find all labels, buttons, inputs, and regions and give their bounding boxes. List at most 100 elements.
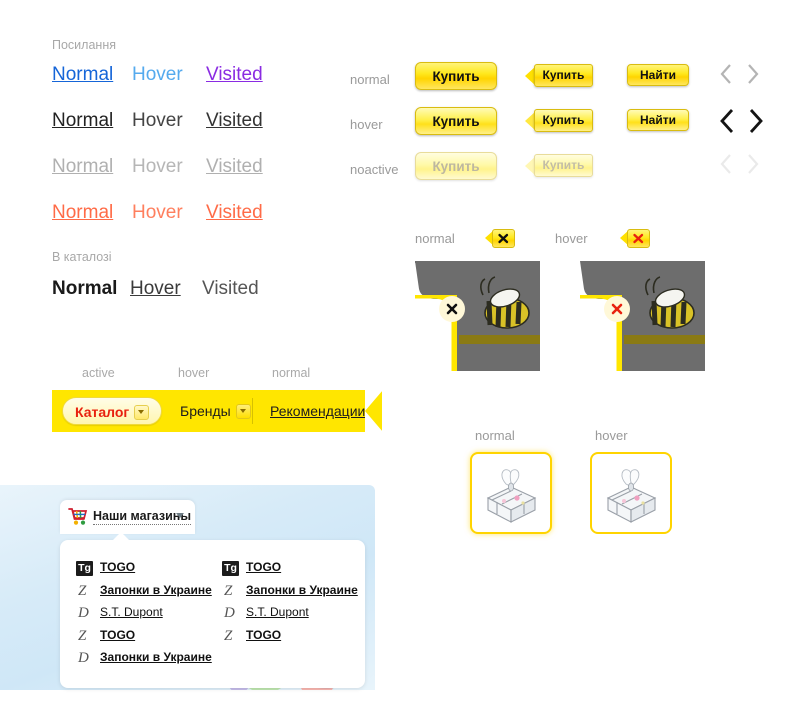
nav-pair-disabled [720,150,772,180]
product-thumb-hover[interactable] [590,452,672,534]
caption-active: active [82,366,115,380]
shop-link: Запонки в Украине [100,650,212,664]
tab-brands[interactable]: Бренды [172,397,259,425]
chevron-left-icon[interactable] [720,63,733,85]
shops-dropdown-panel: Tg TOGO Z Запонки в Украине D S.T. Dupon… [60,532,365,688]
links-heading: Посилання [52,38,116,52]
shopping-cart-icon [68,507,88,531]
catalog-link-hover[interactable]: Hover [130,278,181,300]
chevron-right-icon [746,153,759,175]
link-visited[interactable]: Visited [206,202,263,224]
links-section: Посилання Normal Hover Visited Normal Ho… [52,38,352,312]
link-row: Normal Hover Visited [52,156,352,202]
brand-logo-icon: Z [78,627,87,644]
brand-logo-icon: D [78,605,89,621]
shop-link: Запонки в Украине [100,582,212,597]
buy-tag-button-disabled: Купить [525,154,593,177]
buy-tag-label: Купить [534,64,593,87]
tab-recommendations[interactable]: Рекомендации [262,397,373,425]
product-thumb-normal[interactable] [470,452,552,534]
caption-normal: normal [475,428,515,443]
link-row: Normal Hover Visited [52,110,352,156]
catalog-link-visited[interactable]: Visited [202,278,259,300]
chevron-down-icon[interactable] [235,403,251,419]
brand-logo-icon: Tg [76,561,93,576]
link-normal[interactable]: Normal [52,110,113,132]
tabs-captions: active hover normal [52,366,392,390]
state-label: normal [415,231,455,246]
shops-column-left: Tg TOGO Z Запонки в Украине D S.T. Dupon… [76,560,216,673]
brand-logo-icon: Z [224,627,233,644]
buy-button-disabled: Купить [415,152,497,180]
close-x-icon [492,229,515,248]
our-shops-button[interactable]: Наши магазины [60,500,195,534]
chevron-down-icon[interactable] [176,513,184,518]
dropdown-pointer [112,532,130,541]
list-item[interactable]: Tg TOGO [222,560,362,583]
shop-link: S.T. Dupont [246,605,309,619]
list-item[interactable]: Z TOGO [222,628,362,651]
tabs-section: active hover normal Каталог Бренды Реком… [52,366,392,432]
shop-link: TOGO [100,560,136,574]
link-visited[interactable]: Visited [206,156,263,178]
link-hover[interactable]: Hover [132,110,183,132]
list-item[interactable]: D Запонки в Украине [76,650,216,673]
buy-tag-button[interactable]: Купить [525,64,593,87]
link-visited[interactable]: Visited [206,64,263,86]
caption-hover: hover [178,366,210,380]
shop-link: TOGO [100,627,136,642]
tabs-bar-notch [365,390,383,432]
list-item[interactable]: Tg TOGO [76,560,216,583]
buy-tag-label: Купить [534,154,593,177]
link-normal[interactable]: Normal [52,64,113,86]
shop-link: S.T. Dupont [100,605,163,619]
link-hover[interactable]: Hover [132,156,183,178]
link-normal[interactable]: Normal [52,202,113,224]
buy-button[interactable]: Купить [415,62,497,90]
tabs-bar: Каталог Бренды Рекомендации [52,390,383,432]
link-visited[interactable]: Visited [206,110,263,132]
chevron-right-icon[interactable] [746,63,759,85]
panel-corner-hover [580,261,705,371]
shops-column-right: Tg TOGO Z Запонки в Украине D S.T. Dupon… [222,560,362,650]
list-item[interactable]: Z Запонки в Украине [76,583,216,606]
list-item[interactable]: D S.T. Dupont [76,605,216,628]
nav-pair [720,60,772,90]
tab-catalog-label: Каталог [75,404,130,420]
close-tag-normal[interactable] [485,229,515,248]
jewelry-box-thumbnail [606,469,657,523]
link-row: Normal Hover Visited [52,64,352,110]
buy-button[interactable]: Купить [415,107,497,135]
chevron-left-icon [720,153,733,175]
nav-pair [720,105,772,135]
shop-link: Запонки в Украине [246,582,358,597]
shop-link: TOGO [246,560,282,574]
state-label: hover [555,231,588,246]
panel-corner-normal [415,261,540,371]
brand-logo-icon: Tg [222,561,239,576]
find-button[interactable]: Найти [627,64,689,86]
catalog-link-row: Normal Hover Visited [52,278,352,312]
tab-brands-label: Бренды [180,403,231,419]
chevron-down-icon[interactable] [134,404,150,420]
catalog-link-normal[interactable]: Normal [52,278,117,300]
tab-catalog[interactable]: Каталог [62,397,163,425]
buy-tag-label: Купить [534,109,593,132]
link-row: Normal Hover Visited [52,202,352,248]
brand-logo-icon: D [78,650,89,666]
find-button[interactable]: Найти [627,109,689,131]
link-hover[interactable]: Hover [132,64,183,86]
chevron-right-icon[interactable] [748,108,763,133]
list-item[interactable]: Z TOGO [76,628,216,651]
state-label: normal [350,72,390,87]
chevron-left-icon[interactable] [720,108,734,133]
close-x-icon [627,229,650,248]
caption-normal: normal [272,366,311,380]
close-tag-hover[interactable] [620,229,650,248]
link-normal[interactable]: Normal [52,156,113,178]
list-item[interactable]: Z Запонки в Украине [222,583,362,606]
list-item[interactable]: D S.T. Dupont [222,605,362,628]
link-hover[interactable]: Hover [132,202,183,224]
buy-tag-button[interactable]: Купить [525,109,593,132]
brand-logo-icon: Z [224,582,233,599]
